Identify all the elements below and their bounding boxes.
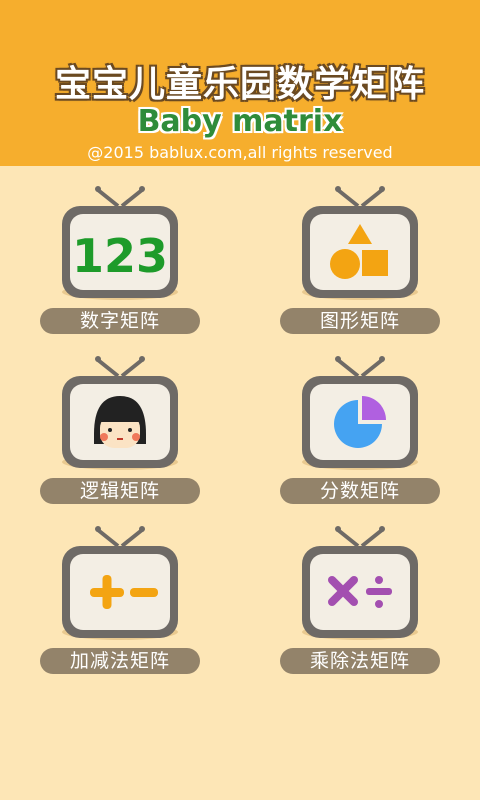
app-title-chinese: 宝宝儿童乐园数学矩阵: [54, 64, 425, 105]
shapes-icon: [330, 224, 388, 279]
app-header: 宝宝儿童乐园数学矩阵 Baby matrix @2015 bablux.com,…: [0, 0, 480, 166]
girl-face-icon: [94, 396, 146, 448]
tile-label: 逻辑矩阵: [40, 478, 200, 504]
tile-label: 数字矩阵: [40, 308, 200, 334]
numbers-123-icon: 123: [72, 229, 168, 283]
plus-minus-icon: [90, 575, 158, 609]
pie-chart-icon: [334, 396, 386, 448]
tile-add-subtract-matrix[interactable]: 加减法矩阵: [40, 520, 200, 680]
tile-label: 加减法矩阵: [40, 648, 200, 674]
tile-label: 乘除法矩阵: [280, 648, 440, 674]
tile-label: 分数矩阵: [280, 478, 440, 504]
tile-multiply-divide-matrix[interactable]: 乘除法矩阵: [280, 520, 440, 680]
tile-logic-matrix[interactable]: 逻辑矩阵: [40, 350, 200, 510]
app-title-english: Baby matrix: [137, 104, 343, 139]
copyright-text: @2015 bablux.com,all rights reserved: [87, 143, 393, 162]
multiply-divide-icon: [328, 576, 392, 608]
tile-fraction-matrix[interactable]: 分数矩阵: [280, 350, 440, 510]
tile-label: 图形矩阵: [280, 308, 440, 334]
tile-shape-matrix[interactable]: 图形矩阵: [280, 180, 440, 340]
tile-number-matrix[interactable]: 123 数字矩阵: [40, 180, 200, 340]
svg-text:123: 123: [72, 229, 168, 283]
